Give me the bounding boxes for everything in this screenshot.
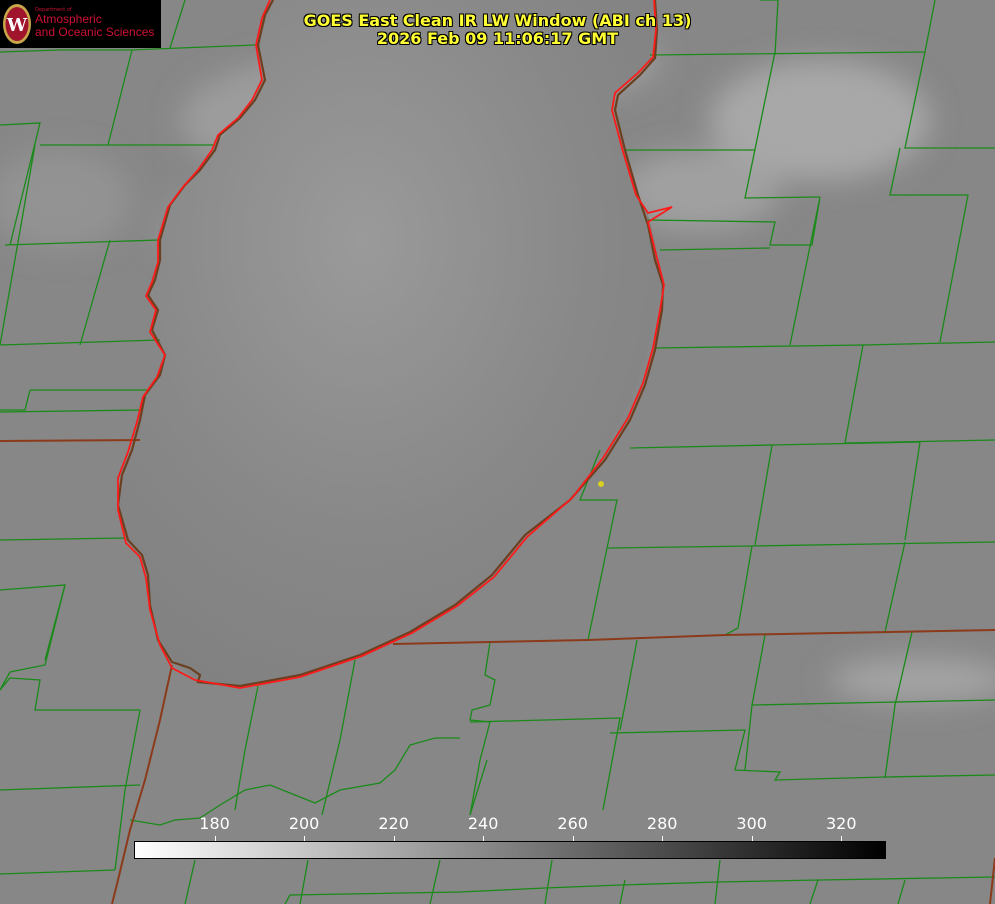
satellite-image-view: W Department of Atmospheric and Oceanic … <box>0 0 995 904</box>
station-marker <box>598 481 604 487</box>
colorbar-tick-label: 280 <box>646 814 678 833</box>
image-title: GOES East Clean IR LW Window (ABI ch 13) <box>303 11 692 30</box>
colorbar-tick-labels: 180 200 220 240 260 280 300 320 <box>0 812 995 842</box>
colorbar-tick-label: 200 <box>288 814 320 833</box>
satellite-map <box>0 0 995 904</box>
colorbar-tick-label: 300 <box>736 814 767 833</box>
temperature-colorbar <box>134 841 886 859</box>
colorbar-tick-label: 320 <box>825 814 857 833</box>
colorbar-tick-label: 260 <box>557 814 588 833</box>
image-timestamp: 2026 Feb 09 11:06:17 GMT <box>376 29 619 48</box>
colorbar-tick-label: 240 <box>467 814 499 833</box>
colorbar-tick-label: 220 <box>378 814 409 833</box>
colorbar-tick-label: 180 <box>199 814 230 833</box>
